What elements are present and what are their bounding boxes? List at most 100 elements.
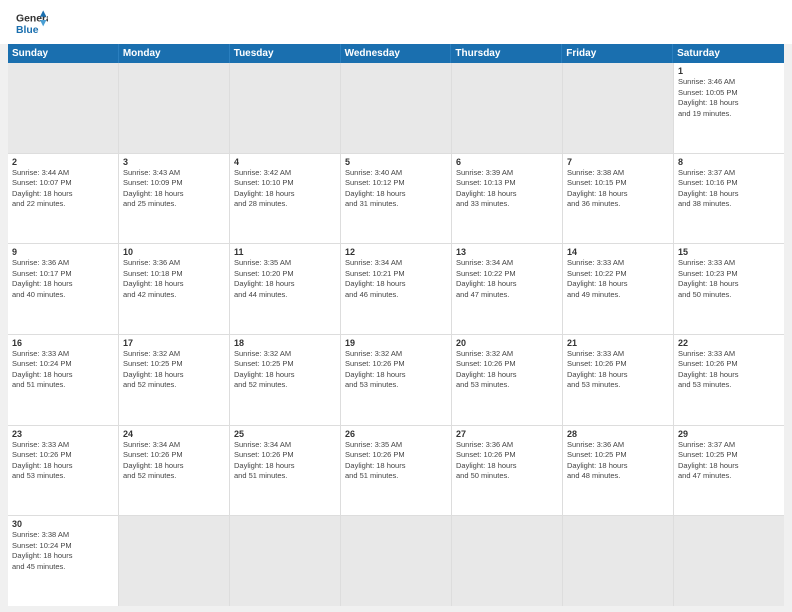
empty-cell (674, 516, 784, 606)
day-number: 4 (234, 157, 336, 167)
day-info: Sunrise: 3:33 AM Sunset: 10:22 PM Daylig… (567, 258, 669, 300)
day-number: 19 (345, 338, 447, 348)
day-info: Sunrise: 3:33 AM Sunset: 10:26 PM Daylig… (567, 349, 669, 391)
empty-cell (563, 63, 673, 153)
day-cell-12: 12Sunrise: 3:34 AM Sunset: 10:21 PM Dayl… (341, 244, 451, 334)
day-cell-18: 18Sunrise: 3:32 AM Sunset: 10:25 PM Dayl… (230, 335, 340, 425)
day-info: Sunrise: 3:34 AM Sunset: 10:26 PM Daylig… (123, 440, 225, 482)
day-number: 20 (456, 338, 558, 348)
day-cell-17: 17Sunrise: 3:32 AM Sunset: 10:25 PM Dayl… (119, 335, 229, 425)
day-info: Sunrise: 3:33 AM Sunset: 10:26 PM Daylig… (678, 349, 780, 391)
day-number: 21 (567, 338, 669, 348)
day-number: 6 (456, 157, 558, 167)
weekday-header-tuesday: Tuesday (230, 44, 341, 63)
logo-icon: General Blue (16, 10, 48, 38)
day-cell-21: 21Sunrise: 3:33 AM Sunset: 10:26 PM Dayl… (563, 335, 673, 425)
day-cell-1: 1Sunrise: 3:46 AM Sunset: 10:05 PM Dayli… (674, 63, 784, 153)
day-info: Sunrise: 3:33 AM Sunset: 10:26 PM Daylig… (12, 440, 114, 482)
header: General Blue (0, 0, 792, 44)
day-number: 24 (123, 429, 225, 439)
day-info: Sunrise: 3:33 AM Sunset: 10:24 PM Daylig… (12, 349, 114, 391)
day-info: Sunrise: 3:42 AM Sunset: 10:10 PM Daylig… (234, 168, 336, 210)
day-info: Sunrise: 3:36 AM Sunset: 10:17 PM Daylig… (12, 258, 114, 300)
day-info: Sunrise: 3:46 AM Sunset: 10:05 PM Daylig… (678, 77, 780, 119)
day-cell-8: 8Sunrise: 3:37 AM Sunset: 10:16 PM Dayli… (674, 154, 784, 244)
day-number: 22 (678, 338, 780, 348)
svg-text:Blue: Blue (16, 25, 39, 36)
empty-cell (341, 516, 451, 606)
day-number: 2 (12, 157, 114, 167)
day-number: 18 (234, 338, 336, 348)
empty-cell (230, 516, 340, 606)
empty-cell (230, 63, 340, 153)
day-cell-13: 13Sunrise: 3:34 AM Sunset: 10:22 PM Dayl… (452, 244, 562, 334)
day-number: 13 (456, 247, 558, 257)
page: General Blue SundayMondayTuesdayWednesda… (0, 0, 792, 612)
day-number: 27 (456, 429, 558, 439)
weekday-header-sunday: Sunday (8, 44, 119, 63)
calendar-body: 1Sunrise: 3:46 AM Sunset: 10:05 PM Dayli… (8, 63, 784, 606)
day-info: Sunrise: 3:32 AM Sunset: 10:26 PM Daylig… (345, 349, 447, 391)
day-info: Sunrise: 3:38 AM Sunset: 10:24 PM Daylig… (12, 530, 114, 572)
day-cell-11: 11Sunrise: 3:35 AM Sunset: 10:20 PM Dayl… (230, 244, 340, 334)
day-cell-10: 10Sunrise: 3:36 AM Sunset: 10:18 PM Dayl… (119, 244, 229, 334)
day-cell-29: 29Sunrise: 3:37 AM Sunset: 10:25 PM Dayl… (674, 426, 784, 516)
day-info: Sunrise: 3:44 AM Sunset: 10:07 PM Daylig… (12, 168, 114, 210)
day-number: 23 (12, 429, 114, 439)
day-info: Sunrise: 3:36 AM Sunset: 10:18 PM Daylig… (123, 258, 225, 300)
day-cell-24: 24Sunrise: 3:34 AM Sunset: 10:26 PM Dayl… (119, 426, 229, 516)
day-number: 3 (123, 157, 225, 167)
weekday-header-friday: Friday (562, 44, 673, 63)
calendar-row-3: 16Sunrise: 3:33 AM Sunset: 10:24 PM Dayl… (8, 335, 784, 425)
empty-cell (341, 63, 451, 153)
day-info: Sunrise: 3:36 AM Sunset: 10:25 PM Daylig… (567, 440, 669, 482)
day-info: Sunrise: 3:35 AM Sunset: 10:26 PM Daylig… (345, 440, 447, 482)
calendar: SundayMondayTuesdayWednesdayThursdayFrid… (8, 44, 784, 606)
calendar-row-2: 9Sunrise: 3:36 AM Sunset: 10:17 PM Dayli… (8, 244, 784, 334)
day-cell-16: 16Sunrise: 3:33 AM Sunset: 10:24 PM Dayl… (8, 335, 118, 425)
day-number: 8 (678, 157, 780, 167)
day-cell-28: 28Sunrise: 3:36 AM Sunset: 10:25 PM Dayl… (563, 426, 673, 516)
day-number: 14 (567, 247, 669, 257)
calendar-row-4: 23Sunrise: 3:33 AM Sunset: 10:26 PM Dayl… (8, 426, 784, 516)
day-number: 5 (345, 157, 447, 167)
empty-cell (452, 63, 562, 153)
day-cell-9: 9Sunrise: 3:36 AM Sunset: 10:17 PM Dayli… (8, 244, 118, 334)
day-info: Sunrise: 3:34 AM Sunset: 10:22 PM Daylig… (456, 258, 558, 300)
day-cell-7: 7Sunrise: 3:38 AM Sunset: 10:15 PM Dayli… (563, 154, 673, 244)
day-info: Sunrise: 3:40 AM Sunset: 10:12 PM Daylig… (345, 168, 447, 210)
day-info: Sunrise: 3:34 AM Sunset: 10:21 PM Daylig… (345, 258, 447, 300)
day-cell-22: 22Sunrise: 3:33 AM Sunset: 10:26 PM Dayl… (674, 335, 784, 425)
day-number: 10 (123, 247, 225, 257)
day-cell-2: 2Sunrise: 3:44 AM Sunset: 10:07 PM Dayli… (8, 154, 118, 244)
weekday-header-thursday: Thursday (451, 44, 562, 63)
day-cell-27: 27Sunrise: 3:36 AM Sunset: 10:26 PM Dayl… (452, 426, 562, 516)
day-number: 28 (567, 429, 669, 439)
day-number: 1 (678, 66, 780, 76)
day-cell-3: 3Sunrise: 3:43 AM Sunset: 10:09 PM Dayli… (119, 154, 229, 244)
day-cell-20: 20Sunrise: 3:32 AM Sunset: 10:26 PM Dayl… (452, 335, 562, 425)
day-cell-25: 25Sunrise: 3:34 AM Sunset: 10:26 PM Dayl… (230, 426, 340, 516)
day-number: 16 (12, 338, 114, 348)
calendar-row-0: 1Sunrise: 3:46 AM Sunset: 10:05 PM Dayli… (8, 63, 784, 153)
empty-cell (452, 516, 562, 606)
day-info: Sunrise: 3:35 AM Sunset: 10:20 PM Daylig… (234, 258, 336, 300)
calendar-row-1: 2Sunrise: 3:44 AM Sunset: 10:07 PM Dayli… (8, 154, 784, 244)
day-info: Sunrise: 3:32 AM Sunset: 10:26 PM Daylig… (456, 349, 558, 391)
day-number: 26 (345, 429, 447, 439)
day-info: Sunrise: 3:43 AM Sunset: 10:09 PM Daylig… (123, 168, 225, 210)
day-info: Sunrise: 3:37 AM Sunset: 10:16 PM Daylig… (678, 168, 780, 210)
empty-cell (119, 63, 229, 153)
day-number: 15 (678, 247, 780, 257)
calendar-row-5: 30Sunrise: 3:38 AM Sunset: 10:24 PM Dayl… (8, 516, 784, 606)
day-info: Sunrise: 3:34 AM Sunset: 10:26 PM Daylig… (234, 440, 336, 482)
day-info: Sunrise: 3:38 AM Sunset: 10:15 PM Daylig… (567, 168, 669, 210)
empty-cell (8, 63, 118, 153)
day-number: 30 (12, 519, 114, 529)
day-cell-26: 26Sunrise: 3:35 AM Sunset: 10:26 PM Dayl… (341, 426, 451, 516)
day-number: 12 (345, 247, 447, 257)
day-cell-5: 5Sunrise: 3:40 AM Sunset: 10:12 PM Dayli… (341, 154, 451, 244)
day-cell-23: 23Sunrise: 3:33 AM Sunset: 10:26 PM Dayl… (8, 426, 118, 516)
day-number: 29 (678, 429, 780, 439)
day-info: Sunrise: 3:33 AM Sunset: 10:23 PM Daylig… (678, 258, 780, 300)
